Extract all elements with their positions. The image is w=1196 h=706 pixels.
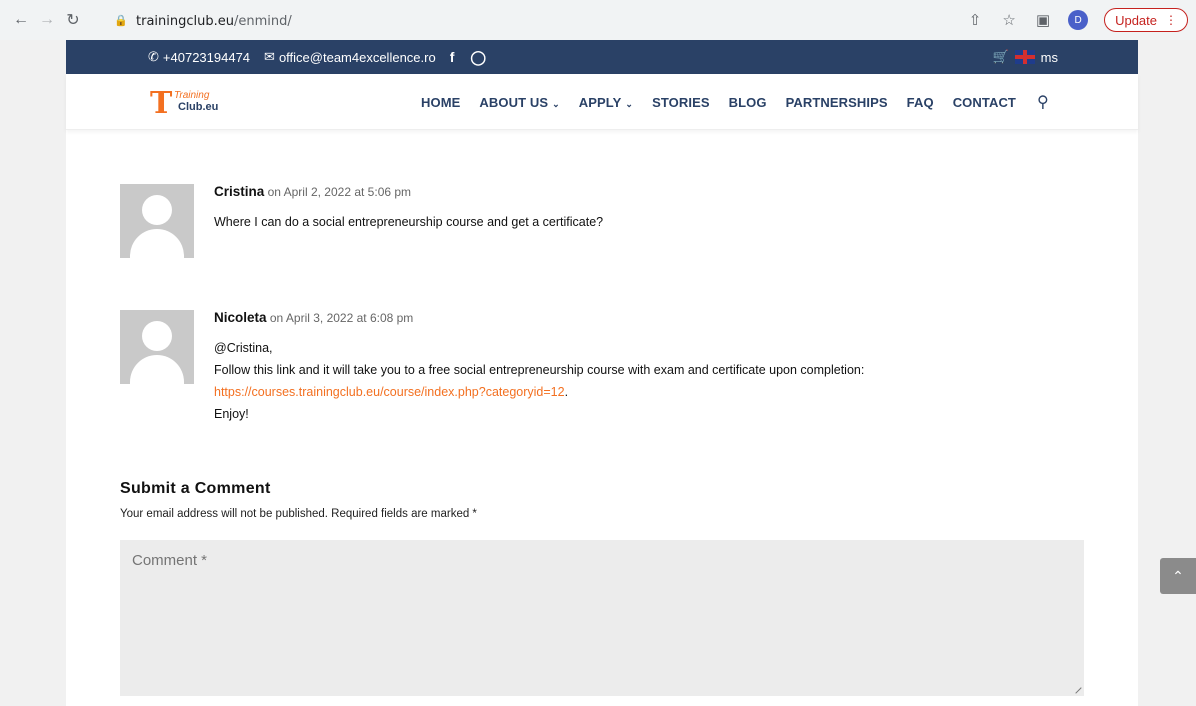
nav-item-faq[interactable]: FAQ — [907, 95, 934, 110]
comment-text: @Cristina, Follow this link and it will … — [214, 337, 1034, 425]
update-button[interactable]: Update ⋮ — [1104, 8, 1188, 32]
nav-item-contact[interactable]: CONTACT — [953, 95, 1016, 110]
chevron-down-icon: ⌄ — [552, 98, 560, 109]
comment-text: Where I can do a social entrepreneurship… — [214, 215, 604, 229]
comment-date[interactable]: on April 2, 2022 at 5:06 pm — [268, 185, 411, 199]
mail-icon: ✉ — [264, 49, 275, 64]
nav-item-apply[interactable]: APPLY ⌄ — [579, 95, 633, 110]
reload-icon[interactable]: ↻ — [62, 9, 84, 31]
site-logo[interactable]: T Training Club.eu — [150, 84, 230, 121]
comment-meta: Cristina on April 2, 2022 at 5:06 pm — [214, 184, 1034, 199]
email-address: office@team4excellence.ro — [278, 49, 436, 65]
email-contact[interactable]: ✉ office@team4excellence.ro — [264, 49, 436, 65]
course-link[interactable]: https://courses.trainingclub.eu/course/i… — [214, 385, 565, 399]
phone-icon: ✆ — [148, 49, 159, 64]
submit-comment-heading: Submit a Comment — [120, 480, 271, 497]
cart-icon[interactable]: 🛒 — [992, 49, 1008, 65]
phone-number: +40723194474 — [162, 49, 251, 65]
url-path: /enmind/ — [233, 13, 292, 29]
comment-date[interactable]: on April 3, 2022 at 6:08 pm — [270, 311, 413, 325]
logo-line1: Training — [174, 90, 210, 101]
nav-label-about-us: ABOUT US — [479, 94, 549, 110]
logo-letter: T — [150, 86, 173, 121]
comment-line: Follow this link and it will take you to… — [214, 363, 865, 377]
update-label: Update — [1115, 12, 1157, 28]
comment-author[interactable]: Nicoleta — [214, 310, 267, 325]
commenter-avatar — [120, 310, 194, 384]
main-nav: HOME ABOUT US ⌄ APPLY ⌄ STORIES BLOG PARTN… — [421, 74, 1049, 130]
lock-icon: 🔒 — [114, 15, 128, 27]
comment-author[interactable]: Cristina — [214, 184, 264, 199]
nav-label-apply: APPLY — [578, 94, 622, 110]
scroll-to-top-button[interactable]: ⌃ — [1160, 558, 1196, 594]
back-icon[interactable]: ← — [10, 9, 32, 31]
page-content: ✆ +40723194474 ✉ office@team4excellence.ro… — [66, 40, 1138, 706]
address-bar[interactable]: 🔒 trainingclub.eu/enmind/ — [104, 8, 974, 34]
search-icon[interactable]: ⚲ — [1037, 92, 1049, 112]
url-text: trainingclub.eu/enmind/ — [136, 14, 292, 29]
main-header: T Training Club.eu HOME ABOUT US ⌄ APPLY ⌄… — [66, 74, 1138, 130]
chevron-up-icon: ⌃ — [1172, 567, 1184, 584]
bookmark-star-icon[interactable]: ☆ — [1000, 11, 1018, 29]
uk-flag-icon[interactable] — [1014, 50, 1035, 64]
link-suffix: . — [564, 385, 569, 399]
required-fields-note: Your email address will not be published… — [120, 508, 477, 520]
instagram-icon[interactable]: ◯ — [470, 49, 486, 66]
phone-contact[interactable]: ✆ +40723194474 — [148, 49, 250, 65]
comment-line: @Cristina, — [214, 341, 273, 355]
commenter-avatar — [120, 184, 194, 258]
logo-line2: Club.eu — [178, 101, 219, 113]
url-domain: trainingclub.eu — [136, 13, 234, 29]
nav-item-partnerships[interactable]: PARTNERSHIPS — [786, 95, 888, 110]
browser-toolbar: ← → ↻ 🔒 trainingclub.eu/enmind/ ⇧ ☆ ▣ D … — [0, 0, 1196, 40]
nav-item-about-us[interactable]: ABOUT US ⌄ — [479, 95, 559, 110]
nav-item-stories[interactable]: STORIES — [652, 95, 710, 110]
comment-line: Enjoy! — [214, 407, 249, 421]
top-info-bar: ✆ +40723194474 ✉ office@team4excellence.ro… — [66, 40, 1138, 74]
forward-icon[interactable]: → — [36, 9, 58, 31]
nav-item-home[interactable]: HOME — [421, 95, 460, 110]
comment-textarea[interactable] — [120, 540, 1084, 696]
side-panel-icon[interactable]: ▣ — [1034, 11, 1052, 29]
cart-items-label: ms — [1040, 49, 1058, 65]
profile-avatar[interactable]: D — [1068, 10, 1089, 30]
share-icon[interactable]: ⇧ — [966, 11, 984, 29]
chevron-down-icon: ⌄ — [625, 98, 634, 109]
facebook-icon[interactable]: f — [450, 49, 455, 65]
nav-item-blog[interactable]: BLOG — [729, 95, 767, 110]
more-icon: ⋮ — [1165, 13, 1177, 27]
comment-meta: Nicoleta on April 3, 2022 at 6:08 pm — [214, 310, 1034, 325]
